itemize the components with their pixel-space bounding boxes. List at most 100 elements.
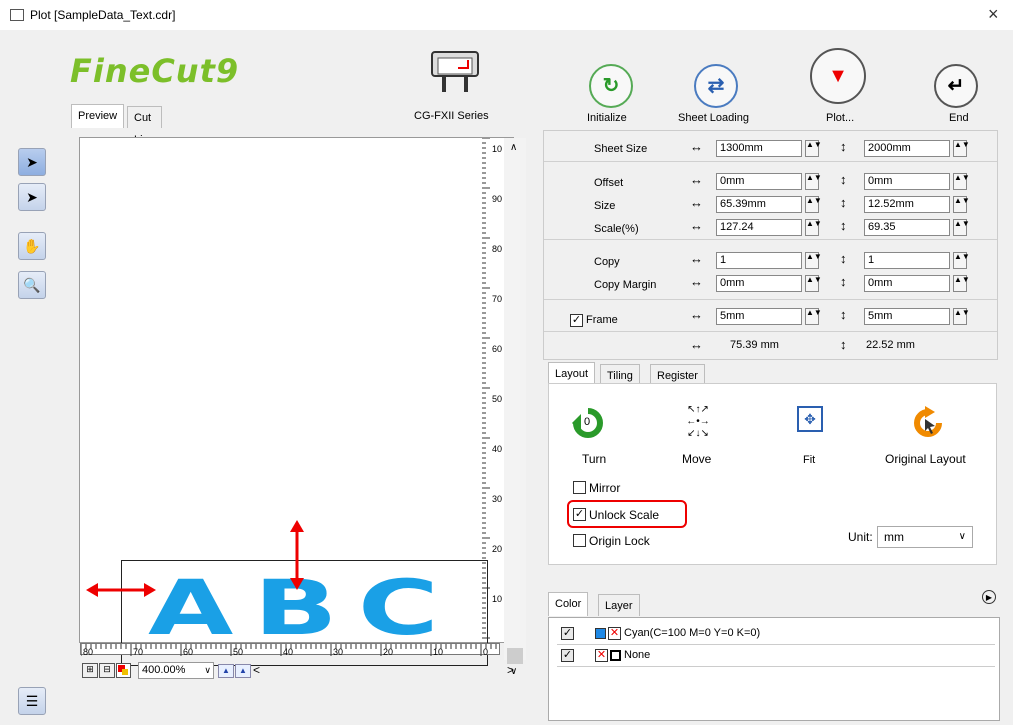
swap-arrows-icon: ⇄ — [707, 75, 725, 97]
tab-layer[interactable]: Layer — [598, 594, 640, 616]
initialize-button[interactable]: ↻ — [589, 64, 633, 108]
select-tool-button[interactable]: ➤ — [18, 148, 46, 176]
copy-x-field[interactable]: 1 — [716, 252, 802, 269]
spin-arrows-icon[interactable]: ▲▼ — [805, 196, 822, 213]
size-height-field[interactable]: 12.52mm — [864, 196, 950, 213]
cut-toggle-icon[interactable]: ✕ — [608, 627, 621, 640]
sheet-size-width-field[interactable]: 1300mm — [716, 140, 802, 157]
scroll-right-icon[interactable]: > — [507, 663, 514, 677]
spin-arrows-icon[interactable]: ▲▼ — [953, 173, 970, 190]
frame-checkbox[interactable]: ✓ — [570, 314, 583, 327]
arrow-pointer-icon: ➤ — [26, 189, 38, 205]
zoom-in-mountain-icon[interactable]: ▲ — [218, 664, 234, 678]
visibility-checkbox[interactable]: ✓ — [561, 627, 574, 640]
offset-x-field[interactable]: 0mm — [716, 173, 802, 190]
turn-button[interactable]: 0 — [571, 406, 605, 440]
frame-x-field[interactable]: 5mm — [716, 308, 802, 325]
tab-preview[interactable]: Preview — [71, 104, 125, 128]
visibility-checkbox[interactable]: ✓ — [561, 649, 574, 662]
spin-arrows-icon[interactable]: ▲▼ — [805, 275, 822, 292]
zoom-value: 400.00% — [142, 664, 186, 676]
horizontal-arrow-icon: ↔ — [690, 274, 703, 289]
vertical-scrollbar[interactable]: ∧ ∨ — [504, 138, 526, 677]
horizontal-arrow-icon: ↔ — [690, 195, 703, 210]
spin-arrows-icon[interactable]: ▲▼ — [805, 173, 822, 190]
spin-arrows-icon[interactable]: ▲▼ — [953, 140, 970, 157]
plotter-device-icon — [428, 46, 482, 92]
list-view-button[interactable]: ☰ — [18, 687, 46, 715]
vertical-arrow-icon: ↕ — [840, 307, 847, 322]
fit-button[interactable]: ✥ — [797, 406, 823, 432]
spin-arrows-icon[interactable]: ▲▼ — [953, 252, 970, 269]
color-view-button[interactable] — [116, 663, 131, 678]
copy-y-field[interactable]: 1 — [864, 252, 950, 269]
spin-arrows-icon[interactable]: ▲▼ — [953, 308, 970, 325]
tab-color[interactable]: Color — [548, 592, 589, 616]
unit-value: mm — [884, 530, 904, 544]
grid-view-button[interactable]: ⊞ — [82, 663, 98, 678]
panel-menu-icon[interactable]: ▶ — [982, 590, 996, 604]
scale-x-field[interactable]: 127.24 — [716, 219, 802, 236]
zoom-select[interactable]: 400.00% ∨ — [138, 662, 214, 679]
cut-toggle-icon[interactable]: ✕ — [595, 649, 608, 662]
scroll-thumb[interactable] — [507, 648, 523, 664]
end-label: End — [949, 112, 969, 124]
copy-margin-x-field[interactable]: 0mm — [716, 275, 802, 292]
original-layout-button[interactable] — [911, 406, 945, 440]
ruler-label: 20 — [383, 647, 393, 656]
color-label: Cyan(C=100 M=0 Y=0 K=0) — [624, 627, 761, 639]
origin-lock-checkbox[interactable] — [573, 534, 586, 547]
cutter-head-icon: ▼ — [828, 65, 848, 87]
zoom-tool-button[interactable]: 🔍 — [18, 271, 46, 299]
ruler-label: 90 — [492, 194, 502, 204]
plot-label: Plot... — [826, 112, 855, 124]
plotter-icon — [10, 9, 24, 21]
move-arrows-icon[interactable]: ↖↑↗ ←•→ ↙↓↘ — [681, 404, 715, 440]
scale-label: Scale(%) — [594, 223, 639, 235]
spin-arrows-icon[interactable]: ▲▼ — [953, 196, 970, 213]
frame-y-field[interactable]: 5mm — [864, 308, 950, 325]
list-icon: ☰ — [25, 693, 39, 709]
unlock-scale-checkbox[interactable]: ✓ — [573, 508, 586, 521]
scroll-left-icon[interactable]: < — [253, 663, 260, 677]
list-item[interactable]: ✓ ✕ None — [557, 646, 995, 667]
zoom-out-mountain-icon[interactable]: ▲ — [235, 664, 251, 678]
chevron-down-icon: ∨ — [204, 665, 211, 675]
plot-button[interactable]: ▼ — [810, 48, 866, 104]
scale-y-field[interactable]: 69.35 — [864, 219, 950, 236]
hand-tool-button[interactable]: ✋ — [18, 232, 46, 260]
scroll-up-icon[interactable]: ∧ — [510, 142, 517, 153]
refresh-icon: ↻ — [602, 75, 620, 97]
move-label: Move — [682, 452, 712, 466]
ruler-label: 20 — [492, 544, 502, 554]
list-item[interactable]: ✓ ✕ Cyan(C=100 M=0 Y=0 K=0) — [557, 624, 995, 645]
initialize-label: Initialize — [587, 112, 627, 124]
offset-y-field[interactable]: 0mm — [864, 173, 950, 190]
ruler-label: 60 — [492, 344, 502, 354]
end-button[interactable]: ↵ — [934, 64, 978, 108]
spin-arrows-icon[interactable]: ▲▼ — [953, 219, 970, 236]
sheet-loading-label: Sheet Loading — [678, 112, 749, 124]
original-layout-icon — [914, 406, 942, 437]
unit-select[interactable]: mm ∨ — [877, 526, 973, 548]
vertical-ruler: 10 90 80 70 60 50 40 30 20 10 0 — [482, 137, 504, 654]
size-label: Size — [594, 200, 616, 212]
spin-arrows-icon[interactable]: ▲▼ — [805, 219, 822, 236]
close-icon[interactable]: × — [988, 4, 999, 25]
sheet-loading-button[interactable]: ⇄ — [694, 64, 738, 108]
size-width-field[interactable]: 65.39mm — [716, 196, 802, 213]
spin-arrows-icon[interactable]: ▲▼ — [953, 275, 970, 292]
spin-arrows-icon[interactable]: ▲▼ — [805, 140, 822, 157]
sheet-size-height-field[interactable]: 2000mm — [864, 140, 950, 157]
ruler-label: 70 — [133, 647, 143, 656]
split-view-button[interactable]: ⊟ — [99, 663, 115, 678]
copy-margin-y-field[interactable]: 0mm — [864, 275, 950, 292]
spin-arrows-icon[interactable]: ▲▼ — [805, 252, 822, 269]
total-height-value: 22.52 mm — [866, 339, 915, 351]
tab-cut-line[interactable]: Cut Line — [127, 106, 162, 146]
horizontal-arrow-icon: ↔ — [690, 139, 703, 154]
spin-arrows-icon[interactable]: ▲▼ — [805, 308, 822, 325]
mirror-checkbox[interactable] — [573, 481, 586, 494]
copy-margin-label: Copy Margin — [594, 279, 657, 291]
node-select-tool-button[interactable]: ➤ — [18, 183, 46, 211]
